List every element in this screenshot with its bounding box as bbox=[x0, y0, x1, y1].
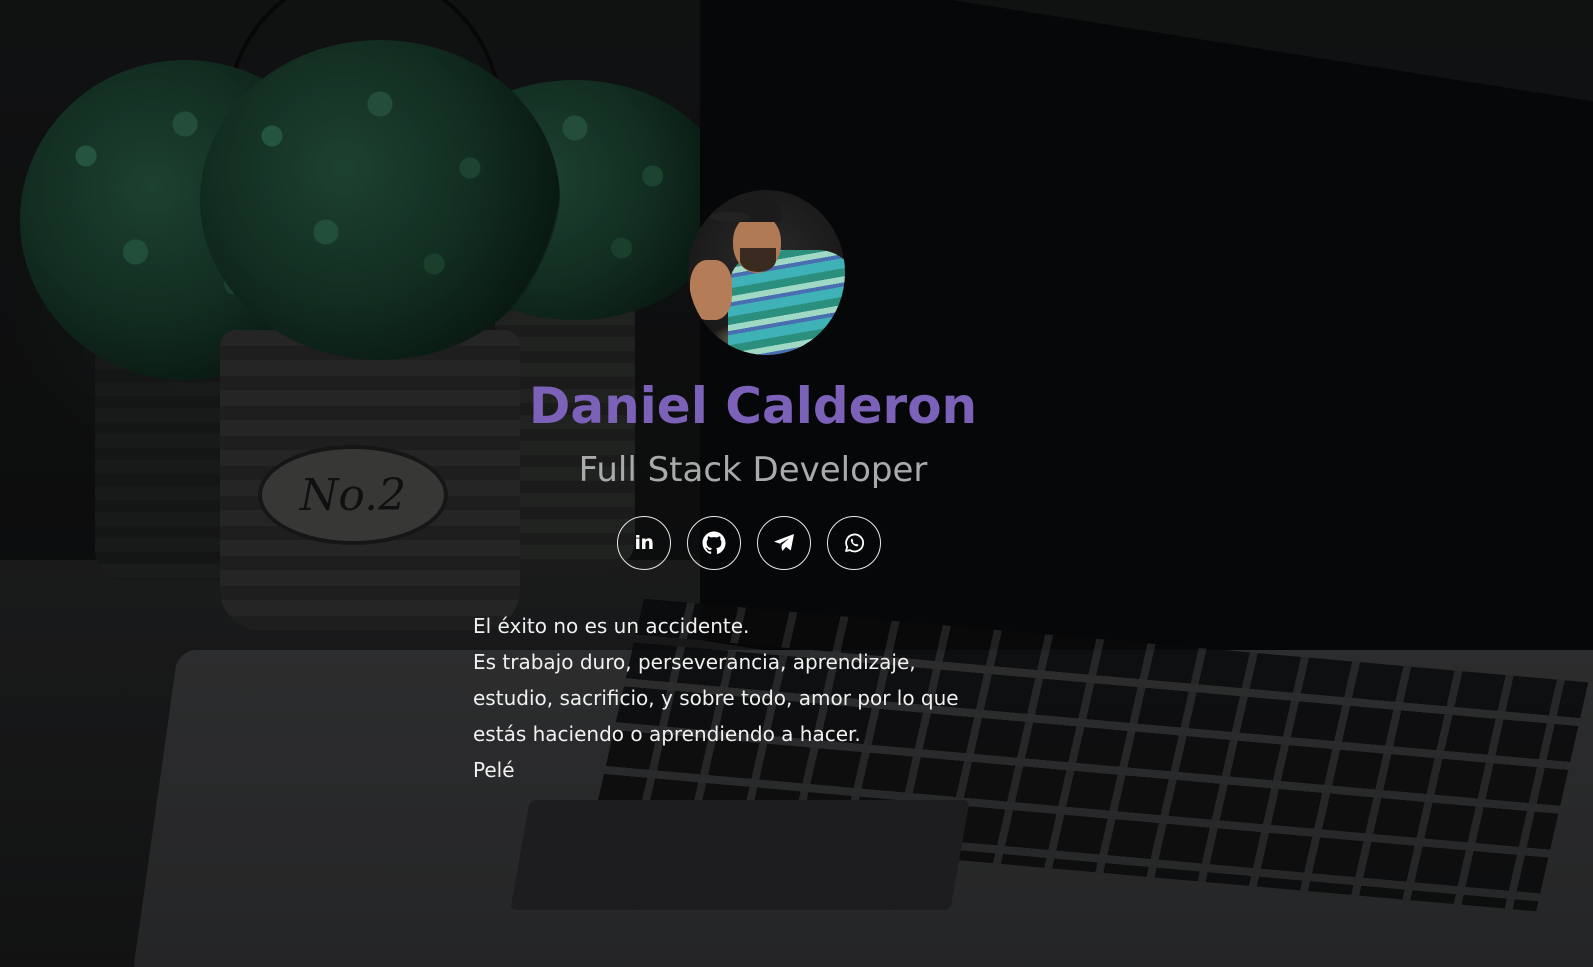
linkedin-button[interactable]: in bbox=[617, 516, 671, 570]
telegram-button[interactable] bbox=[757, 516, 811, 570]
quote-line: Es trabajo duro, perseverancia, aprendiz… bbox=[473, 650, 916, 674]
hero-section: No.2 Daniel Calderon Full Stack Develope… bbox=[0, 0, 1593, 967]
quote-block: El éxito no es un accidente. Es trabajo … bbox=[473, 608, 1033, 788]
avatar bbox=[688, 190, 845, 355]
profile-content: Daniel Calderon Full Stack Developer in bbox=[0, 0, 1593, 967]
profile-title: Full Stack Developer bbox=[578, 450, 928, 490]
social-links: in bbox=[617, 516, 881, 570]
avatar-cap bbox=[710, 192, 782, 222]
linkedin-icon: in bbox=[634, 532, 654, 554]
whatsapp-button[interactable] bbox=[827, 516, 881, 570]
avatar-hand bbox=[690, 260, 732, 320]
github-icon bbox=[702, 531, 726, 555]
whatsapp-icon bbox=[842, 531, 866, 555]
telegram-icon bbox=[772, 531, 796, 555]
quote-line: estudio, sacrificio, y sobre todo, amor … bbox=[473, 686, 959, 710]
profile-name: Daniel Calderon bbox=[528, 377, 978, 435]
quote-author: Pelé bbox=[473, 758, 515, 782]
avatar-beard bbox=[740, 248, 776, 272]
github-button[interactable] bbox=[687, 516, 741, 570]
quote-line: El éxito no es un accidente. bbox=[473, 614, 750, 638]
quote-line: estás haciendo o aprendiendo a hacer. bbox=[473, 722, 861, 746]
